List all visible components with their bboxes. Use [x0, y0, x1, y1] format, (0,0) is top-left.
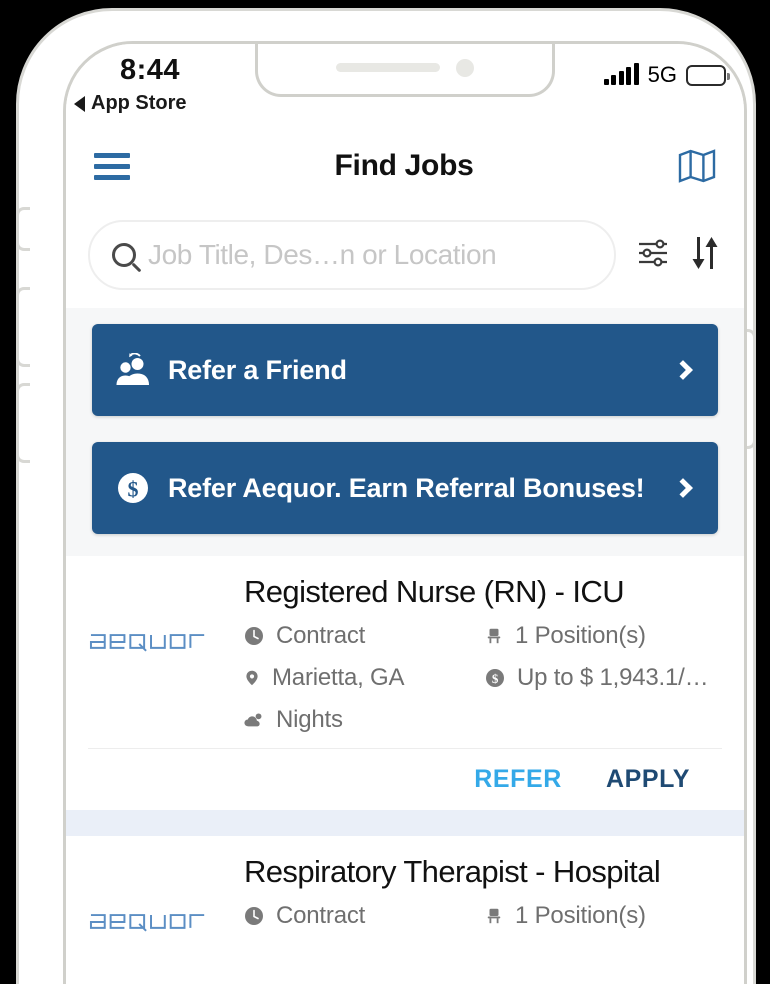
clock-icon	[245, 627, 263, 645]
job-title: Registered Nurse (RN) - ICU	[244, 574, 625, 609]
chevron-right-icon	[673, 360, 693, 380]
location-pin-icon	[246, 670, 258, 686]
search-row: Job Title, Des…n or Location	[66, 202, 744, 308]
job-logo	[88, 854, 238, 932]
search-icon	[112, 243, 136, 267]
refer-aequor-label: Refer Aequor. Earn Referral Bonuses!	[168, 472, 645, 503]
apply-button[interactable]: APPLY	[606, 765, 690, 794]
screenshot-stage: 8:44 App Store 5G Find Jobs Job Title, D…	[0, 0, 770, 984]
volume-up-button[interactable]	[16, 287, 30, 367]
job-meta: Contract	[244, 622, 722, 734]
app-screen: 8:44 App Store 5G Find Jobs Job Title, D…	[66, 44, 744, 984]
filter-sliders-icon[interactable]	[636, 236, 670, 275]
status-bar-indicators: 5G	[603, 62, 730, 88]
silence-switch[interactable]	[16, 207, 30, 251]
clock-icon	[245, 907, 263, 925]
search-placeholder: Job Title, Des…n or Location	[148, 239, 497, 270]
job-card-actions: REFER APPLY	[88, 748, 722, 810]
dollar-coin-icon: $	[486, 669, 504, 687]
chair-icon	[487, 628, 501, 644]
dollar-coin-icon: $	[116, 471, 150, 505]
earpiece-speaker	[336, 63, 440, 72]
search-input[interactable]: Job Title, Des…n or Location	[88, 220, 616, 290]
sort-arrows-icon[interactable]	[690, 235, 720, 276]
night-shift-cloud-icon	[244, 713, 262, 727]
refer-a-friend-label: Refer a Friend	[168, 354, 347, 385]
job-meta: Contract	[244, 902, 722, 930]
status-bar-clock: 8:44	[120, 54, 181, 86]
job-card[interactable]: Registered Nurse (RN) - ICU Contract 1 P…	[66, 556, 744, 810]
chair-icon	[487, 908, 501, 924]
phone-bezel: 8:44 App Store 5G Find Jobs Job Title, D…	[63, 41, 747, 984]
job-positions: 1 Position(s)	[485, 902, 722, 930]
two-people-icon	[116, 352, 150, 387]
job-card[interactable]: Respiratory Therapist - Hospital Contrac…	[66, 836, 744, 932]
volume-down-button[interactable]	[16, 383, 30, 463]
job-card-separator	[66, 810, 744, 836]
job-location: Marietta, GA	[244, 664, 481, 692]
back-to-app-store-button[interactable]: App Store	[74, 92, 187, 115]
job-logo	[88, 574, 238, 734]
job-title: Respiratory Therapist - Hospital	[244, 854, 661, 889]
map-icon[interactable]	[678, 149, 716, 183]
cellular-signal-icon	[603, 63, 639, 85]
back-arrow-icon	[74, 95, 85, 112]
promo-banners: Refer a Friend $ Refer Aequor. Earn Refe…	[66, 308, 744, 556]
refer-aequor-banner[interactable]: $ Refer Aequor. Earn Referral Bonuses!	[92, 442, 718, 534]
phone-mockup-shell: 8:44 App Store 5G Find Jobs Job Title, D…	[16, 8, 756, 984]
job-positions: 1 Position(s)	[485, 622, 722, 650]
refer-button[interactable]: REFER	[474, 765, 562, 794]
refer-a-friend-banner[interactable]: Refer a Friend	[92, 324, 718, 416]
job-employment-type: Contract	[244, 902, 481, 930]
network-type-label: 5G	[647, 62, 677, 87]
svg-text:$: $	[128, 477, 139, 502]
battery-icon	[686, 64, 730, 86]
job-employment-type: Contract	[244, 622, 481, 650]
job-pay: $ Up to $ 1,943.1/…	[485, 664, 722, 692]
job-list: Registered Nurse (RN) - ICU Contract 1 P…	[66, 556, 744, 932]
job-shift: Nights	[244, 706, 481, 734]
chevron-right-icon	[673, 478, 693, 498]
page-title: Find Jobs	[334, 149, 474, 182]
hamburger-menu-icon[interactable]	[94, 152, 130, 180]
phone-notch	[255, 44, 555, 97]
app-header: Find Jobs	[66, 130, 744, 202]
back-to-app-store-label: App Store	[91, 92, 187, 114]
front-camera	[456, 58, 474, 77]
svg-text:$: $	[492, 671, 499, 686]
